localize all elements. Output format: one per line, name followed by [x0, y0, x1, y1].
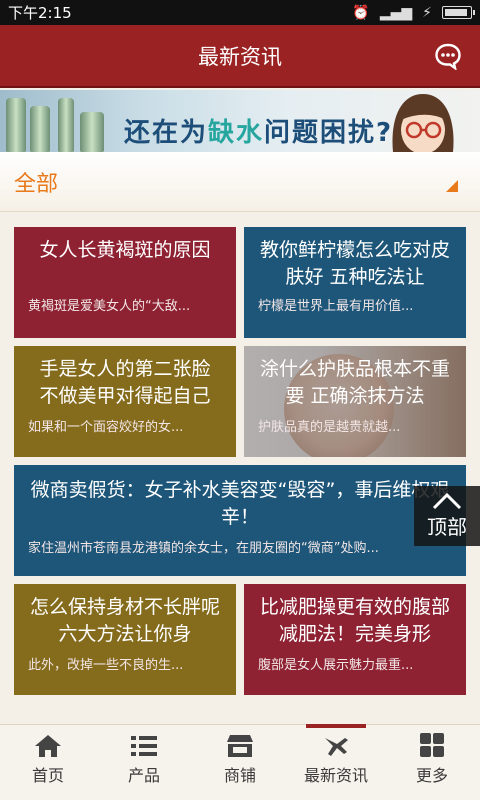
filter-label: 全部 — [14, 171, 59, 197]
alarm-icon: ⏰ — [352, 4, 370, 21]
grid-icon — [420, 733, 444, 757]
banner-text: 还在为缺水问题困扰? — [124, 118, 394, 148]
article-card[interactable]: 手是女人的第二张脸 不做美甲对得起自己 如果和一个面容姣好的女... — [14, 346, 236, 457]
tab-home[interactable]: 首页 — [0, 725, 96, 800]
girl-illustration — [392, 94, 454, 152]
article-card[interactable]: 比减肥操更有效的腹部减肥法！完美身形 腹部是女人展示魅力最重... — [244, 584, 466, 695]
title-bar: 最新资讯 — [0, 25, 480, 88]
article-summary: 家住温州市苍南县龙港镇的余女士，在朋友圈的“微商”处购... — [28, 541, 379, 556]
tab-label: 首页 — [31, 766, 64, 785]
article-title: 怎么保持身材不长胖呢 六大方法让你身 — [29, 596, 220, 645]
news-icon — [325, 738, 348, 756]
chevron-up-icon — [432, 492, 462, 510]
article-card[interactable]: 教你鲜柠檬怎么吃对皮肤好 五种吃法让 柠檬是世界上最有用价值... — [244, 227, 466, 338]
tab-more[interactable]: 更多 — [384, 725, 480, 800]
list-icon — [131, 736, 157, 756]
article-summary: 护肤品真的是越贵就越... — [258, 420, 401, 435]
chat-icon[interactable] — [434, 42, 462, 70]
article-title: 女人长黄褐斑的原因 — [39, 239, 211, 261]
article-title: 比减肥操更有效的腹部减肥法！完美身形 — [259, 596, 450, 645]
back-to-top-label: 顶部 — [427, 515, 467, 539]
tab-label: 更多 — [415, 766, 448, 785]
product-bottle-image — [6, 98, 26, 152]
home-icon — [35, 735, 61, 757]
tab-label: 产品 — [127, 766, 160, 785]
promo-banner[interactable]: 还在为缺水问题困扰? — [0, 90, 480, 152]
status-time: 下午2:15 — [8, 4, 72, 22]
article-card[interactable]: 涂什么护肤品根本不重要 正确涂抹方法 护肤品真的是越贵就越... — [244, 346, 466, 457]
page-title: 最新资讯 — [198, 44, 282, 69]
article-summary: 黄褐斑是爱美女人的“大敌... — [28, 299, 191, 314]
signal-icon: ▂▄▆ — [379, 4, 413, 21]
back-to-top-button[interactable]: 顶部 — [414, 486, 480, 546]
status-bar: 下午2:15 ⏰ ▂▄▆ ⚡ — [0, 0, 480, 25]
article-summary: 柠檬是世界上最有用价值... — [258, 299, 414, 314]
tab-products[interactable]: 产品 — [96, 725, 192, 800]
tab-shops[interactable]: 商铺 — [192, 725, 288, 800]
article-summary: 此外，改掉一些不良的生... — [28, 658, 184, 673]
tab-label: 商铺 — [223, 766, 256, 785]
store-icon — [227, 735, 253, 757]
battery-icon — [442, 6, 475, 19]
article-title: 教你鲜柠檬怎么吃对皮肤好 五种吃法让 — [259, 239, 450, 288]
dropdown-arrow-icon — [446, 180, 458, 192]
article-card[interactable]: 怎么保持身材不长胖呢 六大方法让你身 此外，改掉一些不良的生... — [14, 584, 236, 695]
flash-icon: ⚡ — [422, 4, 432, 21]
article-card[interactable]: 女人长黄褐斑的原因 黄褐斑是爱美女人的“大敌... — [14, 227, 236, 338]
article-title: 涂什么护肤品根本不重要 正确涂抹方法 — [259, 358, 450, 407]
article-card-wide[interactable]: 微商卖假货：女子补水美容变“毁容”，事后维权艰辛！ 家住温州市苍南县龙港镇的余女… — [14, 465, 466, 576]
article-title: 微商卖假货：女子补水美容变“毁容”，事后维权艰辛！ — [30, 479, 450, 528]
article-title: 手是女人的第二张脸 不做美甲对得起自己 — [39, 358, 211, 407]
article-summary: 如果和一个面容姣好的女... — [28, 420, 184, 435]
tab-label: 最新资讯 — [303, 766, 368, 785]
category-filter[interactable]: 全部 — [0, 152, 480, 212]
tab-news[interactable]: 最新资讯 — [288, 724, 384, 800]
article-summary: 腹部是女人展示魅力最重... — [258, 658, 414, 673]
bottom-tab-bar: 首页 产品 商铺 最新资讯 更多 — [0, 724, 480, 800]
